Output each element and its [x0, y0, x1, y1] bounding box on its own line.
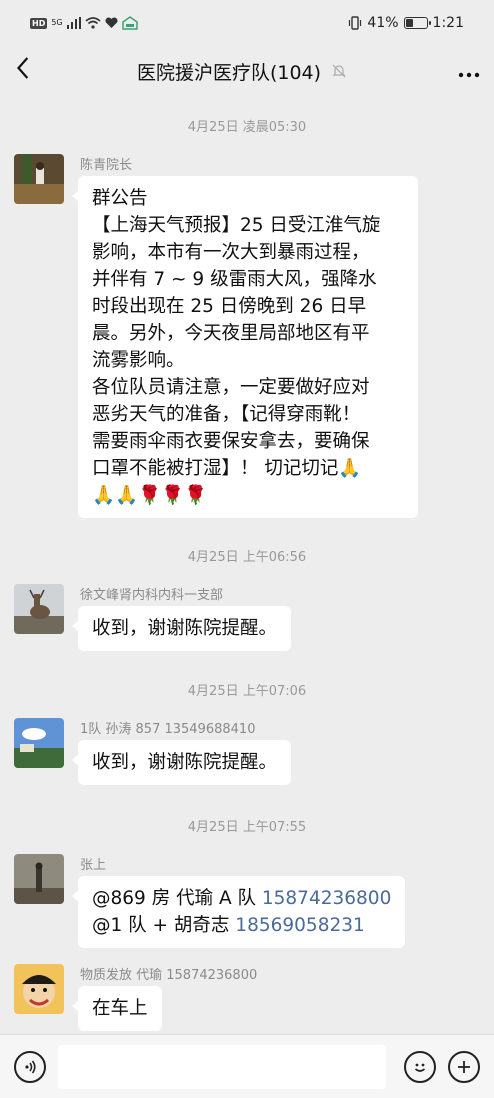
timestamp: 4月25日 上午06:56 — [187, 550, 307, 565]
message-bubble[interactable]: 收到，谢谢陈院提醒。 — [71, 740, 292, 785]
avatar[interactable] — [14, 584, 64, 634]
more-button[interactable] — [440, 59, 480, 84]
avatar[interactable] — [14, 154, 64, 204]
vibrate-icon — [349, 16, 362, 30]
mention-text: @869 房 代瑜 A 队 — [92, 888, 262, 909]
timestamp: 4月25日 上午07:55 — [187, 820, 307, 835]
message-line: 需要雨伞雨衣要保安拿去，要确保 — [92, 431, 370, 452]
timestamp: 4月25日 凌晨05:30 — [187, 120, 307, 135]
message-line: 并伴有 7 ~ 9 级雷雨大风，强降水 — [92, 269, 377, 290]
status-right: 41% 1:21 — [348, 15, 464, 31]
message-line: @1 队 + 胡奇志 18569058231 — [92, 912, 391, 939]
mention-text: @1 队 + 胡奇志 — [92, 915, 236, 936]
message-item: 徐文峰肾内科内科一支部 收到，谢谢陈院提醒。 — [14, 584, 480, 664]
wifi-icon — [85, 17, 101, 29]
emoji-button[interactable] — [404, 1050, 436, 1083]
timestamp: 4月25日 上午07:06 — [187, 684, 307, 699]
phone-link[interactable]: 15874236800 — [262, 888, 391, 909]
chat-title-area[interactable]: 医院援沪医疗队(104) — [137, 58, 347, 85]
app-notification-icon — [121, 16, 138, 30]
back-button[interactable] — [17, 56, 40, 86]
avatar[interactable] — [14, 854, 64, 904]
avatar-image — [14, 718, 64, 768]
emoji-smile-icon — [414, 1063, 426, 1072]
signal-icon — [66, 17, 81, 29]
status-bar: HD 5G 41% 1:21 — [0, 0, 494, 46]
message-input[interactable] — [58, 1044, 386, 1089]
message-line: @869 房 代瑜 A 队 15874236800 — [92, 885, 391, 912]
message-text: 收到，谢谢陈院提醒。 — [92, 618, 278, 639]
voice-icon — [25, 1060, 36, 1073]
chevron-left-icon — [17, 57, 29, 79]
message-line: 【上海天气预报】25 日受江淮气旋 — [92, 215, 381, 236]
message-line: 流雾影响。 — [92, 350, 185, 371]
message-line: 时段出现在 25 日傍晚到 26 日早 — [92, 296, 367, 317]
message-item: 物质发放 代瑜 15874236800 在车上 — [14, 964, 480, 1034]
message-line: 各位队员请注意，一定要做好应对 — [92, 377, 370, 398]
avatar-image — [14, 854, 64, 904]
sender-name: 徐文峰肾内科内科一支部 — [80, 588, 224, 603]
message-item: 张上 @869 房 代瑜 A 队 15874236800 @1 队 + 胡奇志 … — [14, 854, 480, 954]
battery-icon — [403, 17, 431, 29]
avatar-image — [14, 584, 64, 634]
phone-link[interactable]: 18569058231 — [235, 915, 364, 936]
battery-fill — [405, 19, 414, 27]
message-line: 口罩不能被打湿】！ 切记切记🙏 — [92, 458, 362, 479]
avatar-image — [14, 154, 64, 204]
message-bubble[interactable]: 群公告 【上海天气预报】25 日受江淮气旋 影响，本市有一次大到暴雨过程， 并伴… — [72, 176, 418, 518]
chat-header: 医院援沪医疗队(104) — [0, 46, 494, 96]
message-bubble[interactable]: 在车上 — [72, 986, 162, 1031]
avatar[interactable] — [14, 964, 64, 1014]
message-text: 收到，谢谢陈院提醒。 — [92, 752, 278, 773]
message-bubble[interactable]: 收到，谢谢陈院提醒。 — [71, 606, 292, 651]
message-input-bar — [0, 1034, 494, 1098]
sender-name: 物质发放 代瑜 15874236800 — [80, 968, 258, 983]
hd-badge: HD — [30, 17, 48, 29]
avatar[interactable] — [14, 718, 64, 768]
network-type: 5G — [51, 18, 63, 27]
battery-percent: 41% — [367, 15, 399, 31]
plus-button[interactable] — [448, 1050, 480, 1083]
message-text: 在车上 — [92, 998, 148, 1019]
status-left: HD 5G — [30, 16, 138, 30]
heart-icon — [105, 17, 118, 28]
sender-name: 张上 — [80, 858, 107, 873]
chat-message-list[interactable]: 4月25日 凌晨05:30 陈青院长 群公告 【上海天气预报】25 日受江淮气旋… — [0, 96, 494, 1034]
message-line: 恶劣天气的准备，【记得穿雨靴！ — [92, 404, 361, 425]
voice-button[interactable] — [14, 1050, 46, 1083]
avatar-image — [14, 964, 64, 1014]
message-bubble[interactable]: @869 房 代瑜 A 队 15874236800 @1 队 + 胡奇志 185… — [71, 876, 406, 948]
message-line: 晨。另外，今天夜里局部地区有平 — [92, 323, 370, 344]
sender-name: 1队 孙涛 857 13549688410 — [80, 722, 256, 737]
message-item: 陈青院长 群公告 【上海天气预报】25 日受江淮气旋 影响，本市有一次大到暴雨过… — [14, 154, 480, 524]
message-line: 群公告 — [92, 188, 148, 209]
plus-icon — [458, 1060, 470, 1073]
chat-title: 医院援沪医疗队(104) — [136, 61, 322, 84]
sender-name: 陈青院长 — [80, 158, 133, 173]
message-item: 1队 孙涛 857 13549688410 收到，谢谢陈院提醒。 — [14, 718, 480, 798]
status-time: 1:21 — [432, 15, 464, 31]
more-dots-icon — [458, 72, 480, 77]
message-line: 🙏🙏🌹🌹🌹 — [92, 485, 208, 506]
bell-mute-icon — [332, 64, 346, 78]
message-line: 影响，本市有一次大到暴雨过程， — [92, 242, 370, 263]
